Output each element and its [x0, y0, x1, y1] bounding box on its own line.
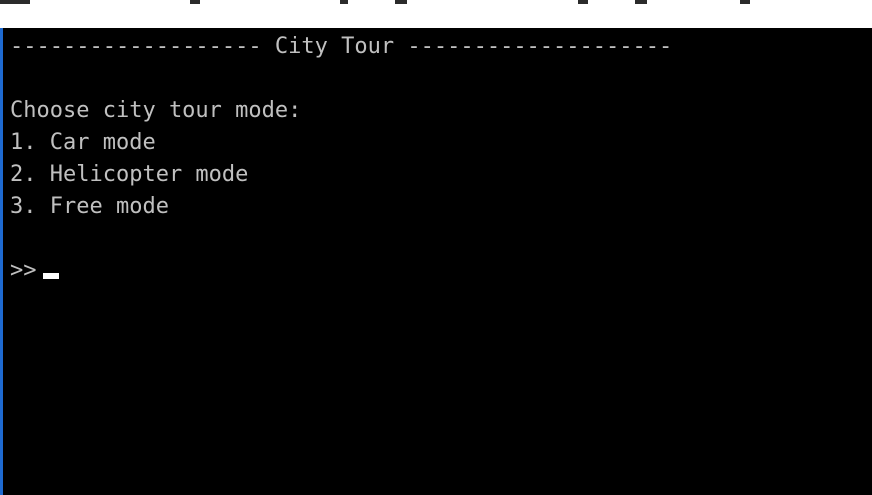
console-window: ------------------- City Tour ----------… [0, 0, 872, 495]
title-bar-fragment [635, 0, 647, 4]
console-output[interactable]: ------------------- City Tour ----------… [10, 31, 870, 491]
prompt-heading: Choose city tour mode: [10, 98, 302, 123]
input-line[interactable]: >> [10, 255, 870, 287]
title-bar [0, 0, 872, 28]
title-bar-fragment [340, 0, 348, 4]
title-bar-fragment [578, 0, 588, 4]
title-bar-fragment [740, 0, 750, 4]
menu-option-car: 1. Car mode [10, 130, 156, 155]
title-bar-fragment [0, 0, 30, 4]
window-border [0, 28, 3, 495]
menu-option-free: 3. Free mode [10, 194, 169, 219]
title-bar-fragment [395, 0, 407, 4]
header-line: ------------------- City Tour ----------… [10, 34, 673, 59]
title-bar-fragment [190, 0, 200, 4]
input-prompt: >> [10, 258, 37, 283]
text-cursor [42, 273, 59, 279]
menu-option-helicopter: 2. Helicopter mode [10, 162, 249, 187]
